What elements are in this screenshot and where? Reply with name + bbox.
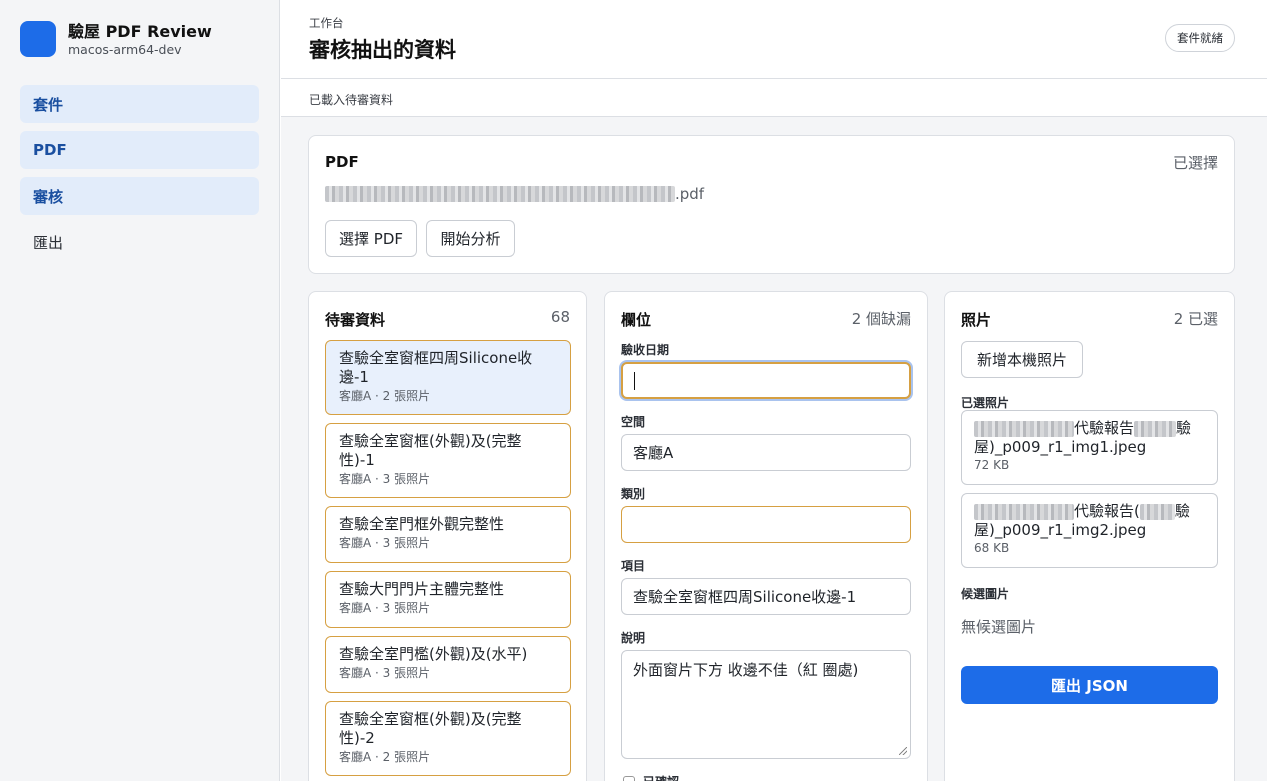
candidates-empty-text: 無候選圖片 bbox=[961, 618, 1037, 636]
start-analysis-button[interactable]: 開始分析 bbox=[426, 220, 515, 257]
sidebar: 驗屋 PDF Review macos-arm64-dev 套件 PDF 審核 … bbox=[0, 0, 280, 781]
add-local-photo-button[interactable]: 新增本機照片 bbox=[961, 341, 1083, 378]
review-list-card: 待審資料 68 查驗全室窗框四周Silicone收邊-1 客廳A · 2 張照片… bbox=[308, 291, 587, 781]
description-label: 說明 bbox=[621, 631, 646, 645]
photo-size: 72 KB bbox=[974, 458, 1010, 472]
export-json-button[interactable]: 匯出 JSON bbox=[961, 666, 1218, 704]
description-value: 外面窗片下方 收邊不佳（紅 圈處) bbox=[633, 661, 859, 679]
page-title: 審核抽出的資料 bbox=[309, 38, 456, 62]
list-item-meta: 客廳A · 3 張照片 bbox=[339, 472, 431, 486]
confirm-checkbox[interactable] bbox=[623, 775, 635, 781]
list-item-meta: 客廳A · 2 張照片 bbox=[339, 389, 431, 403]
list-item[interactable]: 查驗全室門檻(外觀)及(水平) 客廳A · 3 張照片 bbox=[325, 636, 571, 693]
review-count: 68 bbox=[550, 308, 570, 326]
pdf-file-extension: .pdf bbox=[675, 185, 705, 203]
confirm-label: 已確認 bbox=[643, 773, 679, 781]
resize-grip-icon[interactable] bbox=[899, 747, 907, 755]
candidates-label: 候選圖片 bbox=[961, 587, 1010, 601]
page-header: 工作台 審核抽出的資料 套件就緒 bbox=[281, 0, 1267, 79]
photo-item[interactable]: 代驗報告(驗 屋)_p009_r1_img2.jpeg 68 KB bbox=[961, 493, 1218, 568]
photo-size: 68 KB bbox=[974, 541, 1010, 555]
sidebar-item-pdf[interactable]: PDF bbox=[20, 131, 259, 169]
sidebar-item-review[interactable]: 審核 bbox=[20, 177, 259, 215]
space-field[interactable]: 客廳A bbox=[621, 434, 911, 471]
list-item[interactable]: 查驗大門門片主體完整性 客廳A · 3 張照片 bbox=[325, 571, 571, 628]
list-item[interactable]: 查驗全室門框外觀完整性 客廳A · 3 張照片 bbox=[325, 506, 571, 563]
pdf-state: 已選擇 bbox=[1172, 154, 1218, 172]
list-item[interactable]: 查驗全室窗框(外觀)及(完整性)-1 客廳A · 3 張照片 bbox=[325, 423, 571, 498]
date-label: 驗收日期 bbox=[621, 343, 670, 357]
breadcrumb: 工作台 bbox=[309, 16, 344, 30]
pdf-file-name: .pdf bbox=[325, 185, 704, 203]
list-item[interactable]: 查驗全室窗框四周Silicone收邊-1 客廳A · 2 張照片 bbox=[325, 340, 571, 415]
fields-card: 欄位 2 個缺漏 驗收日期 空間 客廳A 類別 項目 查驗全室窗框四周Silic… bbox=[604, 291, 928, 781]
confirm-row[interactable]: 已確認 bbox=[623, 773, 679, 781]
category-field[interactable] bbox=[621, 506, 911, 543]
main-area: 工作台 審核抽出的資料 套件就緒 已載入待審資料 PDF 已選擇 .pdf 選擇… bbox=[281, 0, 1267, 781]
description-textarea[interactable]: 外面窗片下方 收邊不佳（紅 圈處) bbox=[621, 650, 911, 759]
sidebar-item-export[interactable]: 匯出 bbox=[20, 223, 259, 261]
list-item-title: 查驗全室窗框四周Silicone收邊-1 bbox=[339, 349, 533, 386]
redacted-text bbox=[974, 420, 1074, 437]
list-item-meta: 客廳A · 3 張照片 bbox=[339, 601, 431, 615]
space-label: 空間 bbox=[621, 415, 646, 429]
redacted-text bbox=[1134, 420, 1177, 437]
date-field[interactable] bbox=[621, 362, 911, 399]
fields-title: 欄位 bbox=[621, 311, 652, 329]
list-item-meta: 客廳A · 2 張照片 bbox=[339, 750, 431, 764]
list-item-title: 查驗全室窗框(外觀)及(完整性)-2 bbox=[339, 710, 522, 747]
pdf-card: PDF 已選擇 .pdf 選擇 PDF 開始分析 bbox=[308, 135, 1235, 274]
app-subtitle: macos-arm64-dev bbox=[68, 42, 182, 57]
redacted-filename bbox=[325, 186, 675, 202]
app-logo-icon bbox=[20, 21, 56, 57]
list-item[interactable]: 查驗全室窗框(外觀)及(完整性)-2 客廳A · 2 張照片 bbox=[325, 701, 571, 776]
text-caret bbox=[634, 371, 635, 390]
redacted-text bbox=[974, 503, 1074, 520]
status-bar: 已載入待審資料 bbox=[281, 79, 1267, 117]
photo-item[interactable]: 代驗報告驗 屋)_p009_r1_img1.jpeg 72 KB bbox=[961, 410, 1218, 485]
redacted-text bbox=[1139, 503, 1175, 520]
photos-title: 照片 bbox=[961, 311, 992, 329]
list-item-title: 查驗大門門片主體完整性 bbox=[339, 580, 505, 598]
sidebar-nav: 套件 PDF 審核 匯出 bbox=[20, 85, 259, 269]
select-pdf-button[interactable]: 選擇 PDF bbox=[325, 220, 417, 257]
list-item-title: 查驗全室門框外觀完整性 bbox=[339, 515, 505, 533]
list-item-meta: 客廳A · 3 張照片 bbox=[339, 536, 431, 550]
pdf-card-title: PDF bbox=[325, 153, 359, 171]
photos-selected-count: 2 已選 bbox=[1173, 310, 1218, 328]
photos-card: 照片 2 已選 新增本機照片 已選照片 代驗報告驗 屋)_p009_r1_img… bbox=[944, 291, 1235, 781]
list-item-title: 查驗全室門檻(外觀)及(水平) bbox=[339, 645, 528, 663]
status-badge: 套件就緒 bbox=[1165, 24, 1235, 52]
brand: 驗屋 PDF Review macos-arm64-dev bbox=[20, 21, 212, 58]
list-item-meta: 客廳A · 3 張照片 bbox=[339, 666, 431, 680]
fields-missing-count: 2 個缺漏 bbox=[851, 310, 911, 328]
app-title: 驗屋 PDF Review bbox=[68, 22, 212, 41]
photo-name: 代驗報告(驗 屋)_p009_r1_img2.jpeg bbox=[974, 502, 1190, 539]
list-item-title: 查驗全室窗框(外觀)及(完整性)-1 bbox=[339, 432, 522, 469]
sidebar-item-bundle[interactable]: 套件 bbox=[20, 85, 259, 123]
selected-photos-label: 已選照片 bbox=[961, 396, 1010, 410]
category-label: 類別 bbox=[621, 487, 646, 501]
item-label: 項目 bbox=[621, 559, 646, 573]
status-message: 已載入待審資料 bbox=[309, 93, 394, 107]
review-list-title: 待審資料 bbox=[325, 311, 386, 329]
item-field[interactable]: 查驗全室窗框四周Silicone收邊-1 bbox=[621, 578, 911, 615]
photo-name: 代驗報告驗 屋)_p009_r1_img1.jpeg bbox=[974, 419, 1192, 456]
